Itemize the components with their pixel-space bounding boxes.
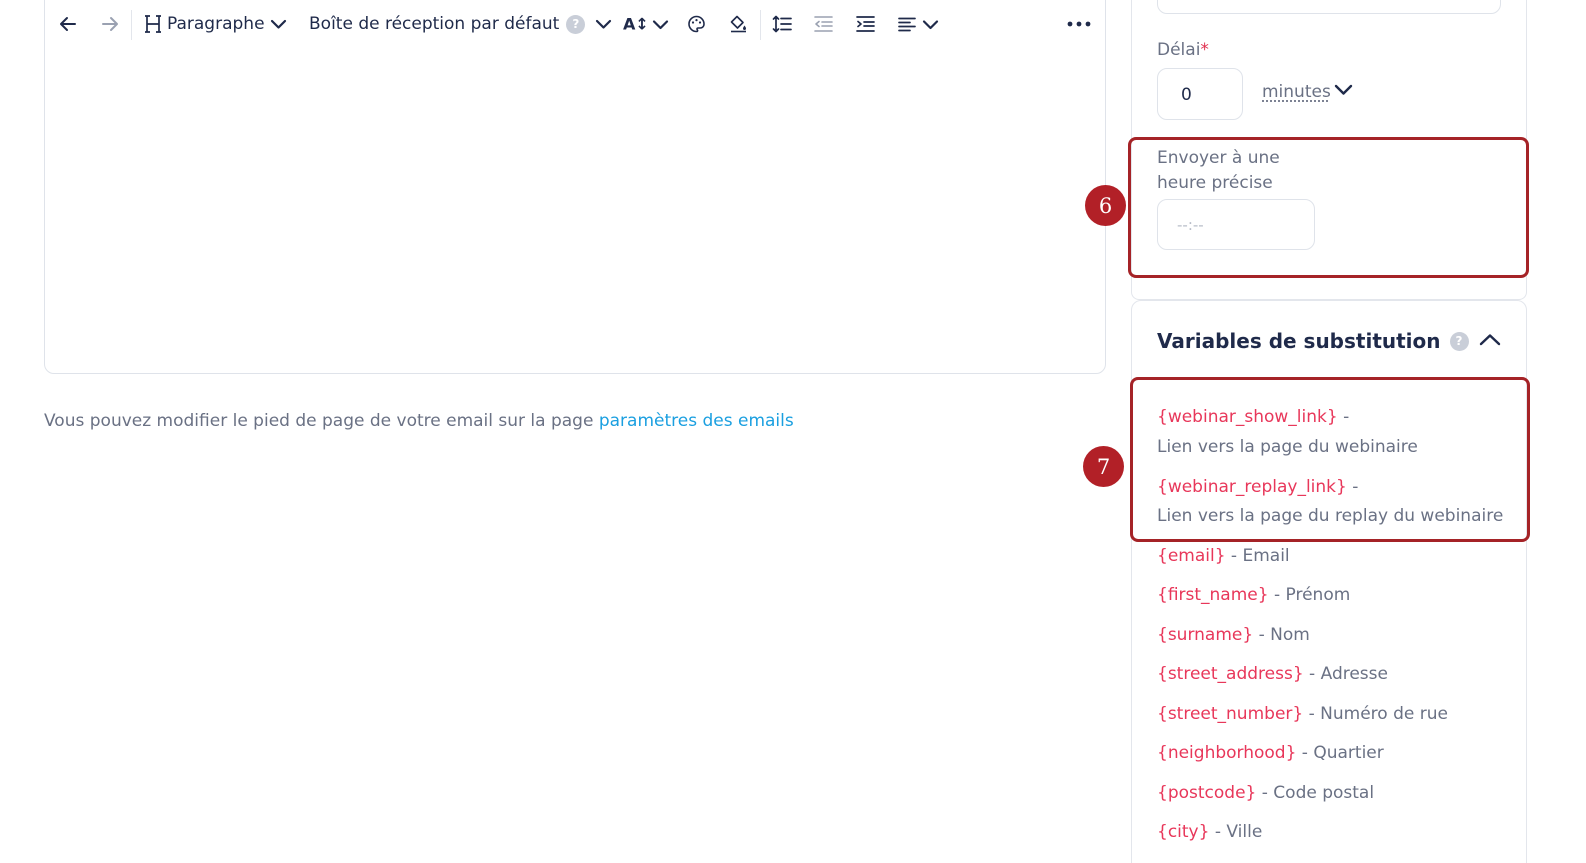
step-badge-7: 7 xyxy=(1083,446,1124,487)
variable-description: Adresse xyxy=(1321,664,1388,684)
variable-item[interactable]: {neighborhood} - Quartier xyxy=(1157,743,1384,763)
variable-item[interactable]: {street_address} - Adresse xyxy=(1157,664,1388,684)
variable-code: {city} xyxy=(1157,822,1209,842)
delay-unit-chevron[interactable] xyxy=(1334,82,1353,101)
variable-separator: - xyxy=(1304,664,1321,684)
collapse-button[interactable] xyxy=(1479,332,1501,351)
footer-note-text: Vous pouvez modifier le pied de page de … xyxy=(44,411,599,431)
toolbar-divider xyxy=(131,10,132,40)
variable-separator: - xyxy=(1303,704,1320,724)
variable-description: Prénom xyxy=(1286,585,1351,605)
redo-button[interactable] xyxy=(100,14,120,34)
more-horizontal-icon xyxy=(1067,21,1091,27)
variable-code: {street_number} xyxy=(1157,704,1303,724)
heading-dropdown-label: Paragraphe xyxy=(167,14,265,34)
variable-item[interactable]: {city} - Ville xyxy=(1157,822,1262,842)
variable-description: Email xyxy=(1242,546,1289,566)
chevron-down-icon xyxy=(652,18,669,30)
required-marker: * xyxy=(1200,40,1209,60)
variable-code: {first_name} xyxy=(1157,585,1269,605)
variable-separator: - xyxy=(1209,822,1226,842)
variable-item[interactable]: {email} - Email xyxy=(1157,546,1290,566)
variable-code: {email} xyxy=(1157,546,1226,566)
chevron-down-icon xyxy=(922,18,939,30)
substitution-variables-title: Variables de substitution xyxy=(1157,329,1441,353)
background-color-button[interactable] xyxy=(729,15,748,34)
variable-description: Nom xyxy=(1270,625,1310,645)
substitution-variables-header: Variables de substitution ? xyxy=(1157,329,1469,353)
palette-icon xyxy=(687,15,706,34)
variable-separator: - xyxy=(1269,585,1286,605)
chevron-down-icon xyxy=(595,18,612,30)
chevron-down-icon xyxy=(1334,83,1353,97)
help-icon[interactable]: ? xyxy=(566,15,585,34)
outdent-button[interactable] xyxy=(814,15,833,33)
variable-item[interactable]: {surname} - Nom xyxy=(1157,625,1310,645)
variable-code: {postcode} xyxy=(1157,783,1256,803)
font-size-icon: A↕ xyxy=(623,15,649,34)
variable-item[interactable]: {street_number} - Numéro de rue xyxy=(1157,704,1448,724)
subject-input[interactable] xyxy=(1157,0,1501,14)
delay-label: Délai* xyxy=(1157,40,1209,60)
chevron-down-icon xyxy=(270,18,287,30)
inbox-dropdown-label: Boîte de réception par défaut xyxy=(309,14,559,34)
delay-unit-select[interactable]: minutes xyxy=(1262,82,1331,102)
delay-label-text: Délai xyxy=(1157,40,1200,60)
highlight-box-webinar-links xyxy=(1130,377,1530,542)
inbox-dropdown[interactable]: Boîte de réception par défaut ? xyxy=(309,14,612,34)
undo-button[interactable] xyxy=(58,14,78,34)
variable-description: Numéro de rue xyxy=(1320,704,1448,724)
heading-icon xyxy=(144,13,164,35)
variable-separator: - xyxy=(1256,783,1273,803)
align-dropdown[interactable] xyxy=(898,17,939,32)
variable-description: Ville xyxy=(1226,822,1262,842)
email-editor[interactable] xyxy=(44,0,1106,374)
line-height-button[interactable] xyxy=(772,15,792,34)
indent-icon xyxy=(856,15,875,33)
email-settings-link[interactable]: paramètres des emails xyxy=(599,411,794,431)
chevron-up-icon xyxy=(1479,333,1501,347)
font-size-dropdown[interactable]: A↕ xyxy=(623,15,669,34)
more-options-button[interactable] xyxy=(1067,21,1091,27)
toolbar-divider xyxy=(760,10,761,40)
variable-separator: - xyxy=(1253,625,1270,645)
variable-code: {neighborhood} xyxy=(1157,743,1296,763)
indent-button[interactable] xyxy=(856,15,875,33)
arrow-left-icon xyxy=(58,14,78,34)
highlight-box-send-time xyxy=(1128,137,1529,278)
step-badge-6: 6 xyxy=(1085,185,1126,226)
variable-separator: - xyxy=(1296,743,1313,763)
footer-note: Vous pouvez modifier le pied de page de … xyxy=(44,411,794,431)
align-left-icon xyxy=(898,17,916,32)
line-height-icon xyxy=(772,15,792,34)
paint-bucket-icon xyxy=(729,15,748,34)
variable-item[interactable]: {first_name} - Prénom xyxy=(1157,585,1350,605)
help-icon[interactable]: ? xyxy=(1450,332,1469,351)
variable-code: {street_address} xyxy=(1157,664,1304,684)
delay-input[interactable]: 0 xyxy=(1157,68,1243,120)
variable-code: {surname} xyxy=(1157,625,1253,645)
variable-description: Quartier xyxy=(1313,743,1383,763)
arrow-right-icon xyxy=(100,14,120,34)
heading-dropdown[interactable]: Paragraphe xyxy=(144,13,287,35)
text-color-button[interactable] xyxy=(687,15,706,34)
variable-item[interactable]: {postcode} - Code postal xyxy=(1157,783,1374,803)
variable-separator: - xyxy=(1226,546,1243,566)
variable-description: Code postal xyxy=(1273,783,1374,803)
outdent-icon xyxy=(814,15,833,33)
